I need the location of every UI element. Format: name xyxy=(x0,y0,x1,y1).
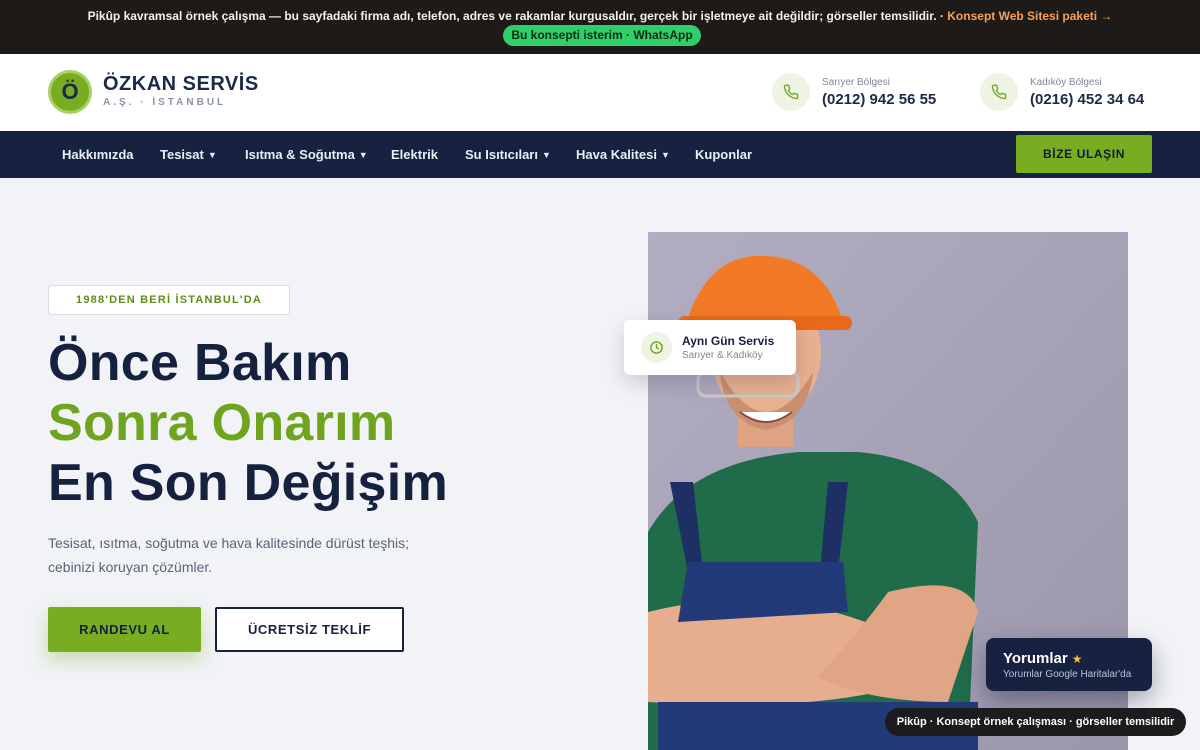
whatsapp-button[interactable]: Bu konsepti isterim · WhatsApp xyxy=(503,25,701,46)
logo-letter: Ö xyxy=(61,79,79,104)
nav-item-kuponlar[interactable]: Kuponlar xyxy=(695,147,752,162)
logo[interactable]: Ö xyxy=(48,70,92,114)
nav-item-su-isiticilari[interactable]: Su Isıtıcıları ▼ xyxy=(465,147,551,162)
nav-item-hava-kalitesi[interactable]: Hava Kalitesi ▼ xyxy=(576,147,670,162)
hero-lead: Tesisat, ısıtma, soğutma ve hava kalites… xyxy=(48,531,468,579)
free-quote-button[interactable]: ÜCRETSİZ TEKLİF xyxy=(215,607,404,652)
contact-us-button[interactable]: BİZE ULAŞIN xyxy=(1016,135,1152,173)
same-day-service-sub: Sarıyer & Kadıköy xyxy=(682,350,763,361)
hero-lead-line2: cebinizi koruyan çözümler. xyxy=(48,559,213,575)
reviews-subtitle: Yorumlar Google Haritalar'da xyxy=(1003,669,1132,680)
nav-label: Hakkımızda xyxy=(62,147,134,162)
nav-label: Su Isıtıcıları xyxy=(465,147,538,162)
hero-title-line2: Sonra Onarım xyxy=(48,394,396,452)
chevron-down-icon: ▼ xyxy=(358,150,368,160)
nav-item-hakkimizda[interactable]: Hakkımızda xyxy=(62,147,134,162)
reviews-card[interactable]: Yorumlar ★ Yorumlar Google Haritalar'da xyxy=(986,638,1152,691)
region-label-sariyer: Sarıyer Bölgesi xyxy=(822,77,890,88)
clock-icon xyxy=(641,332,672,363)
phone-number-sariyer[interactable]: (0212) 942 56 55 xyxy=(822,91,936,108)
same-day-service-title: Aynı Gün Servis xyxy=(682,334,775,348)
concept-notice-pill: Pikûp · Konsept örnek çalışması · görsel… xyxy=(885,708,1186,736)
appointment-button[interactable]: RANDEVU AL xyxy=(48,607,201,652)
notice-bar: Pikûp kavramsal örnek çalışma — bu sayfa… xyxy=(0,0,1200,54)
notice-message: Pikûp kavramsal örnek çalışma — bu sayfa… xyxy=(87,9,948,23)
star-icon: ★ xyxy=(1071,652,1083,666)
hero-title-line1: Önce Bakım xyxy=(48,334,352,392)
chevron-down-icon: ▼ xyxy=(541,150,551,160)
nav-label: Isıtma & Soğutma xyxy=(245,147,355,162)
chevron-down-icon: ▼ xyxy=(207,150,217,160)
nav-label: Hava Kalitesi xyxy=(576,147,657,162)
brand-name[interactable]: ÖZKAN SERVİS xyxy=(103,73,259,96)
brand-subtitle: A.Ş. · İSTANBUL xyxy=(103,97,227,108)
nav-label: Kuponlar xyxy=(695,147,753,162)
since-badge: 1988'DEN BERİ İSTANBUL'DA xyxy=(48,285,290,315)
nav-label: Elektrik xyxy=(391,147,438,162)
phone-icon xyxy=(772,73,810,111)
nav-item-elektrik[interactable]: Elektrik xyxy=(391,147,438,162)
hero-lead-line1: Tesisat, ısıtma, soğutma ve hava kalites… xyxy=(48,535,410,551)
phone-number-kadikoy[interactable]: (0216) 452 34 64 xyxy=(1030,91,1144,108)
nav-item-isitma-sogutma[interactable]: Isıtma & Soğutma ▼ xyxy=(245,147,368,162)
reviews-title-text: Yorumlar xyxy=(1003,650,1068,667)
notice-text: Pikûp kavramsal örnek çalışma — bu sayfa… xyxy=(0,9,1200,23)
notice-link[interactable]: Konsept Web Sitesi paketi → xyxy=(947,9,1112,23)
hero-title-line3: En Son Değişim xyxy=(48,454,449,512)
nav-label: Tesisat xyxy=(160,147,204,162)
nav-item-tesisat[interactable]: Tesisat ▼ xyxy=(160,147,217,162)
region-label-kadikoy: Kadıköy Bölgesi xyxy=(1030,77,1102,88)
reviews-title: Yorumlar ★ xyxy=(1003,650,1083,667)
phone-icon xyxy=(980,73,1018,111)
site-header: Ö ÖZKAN SERVİS A.Ş. · İSTANBUL Sarıyer B… xyxy=(0,54,1200,131)
chevron-down-icon: ▼ xyxy=(660,150,670,160)
same-day-service-card: Aynı Gün Servis Sarıyer & Kadıköy xyxy=(624,320,796,375)
